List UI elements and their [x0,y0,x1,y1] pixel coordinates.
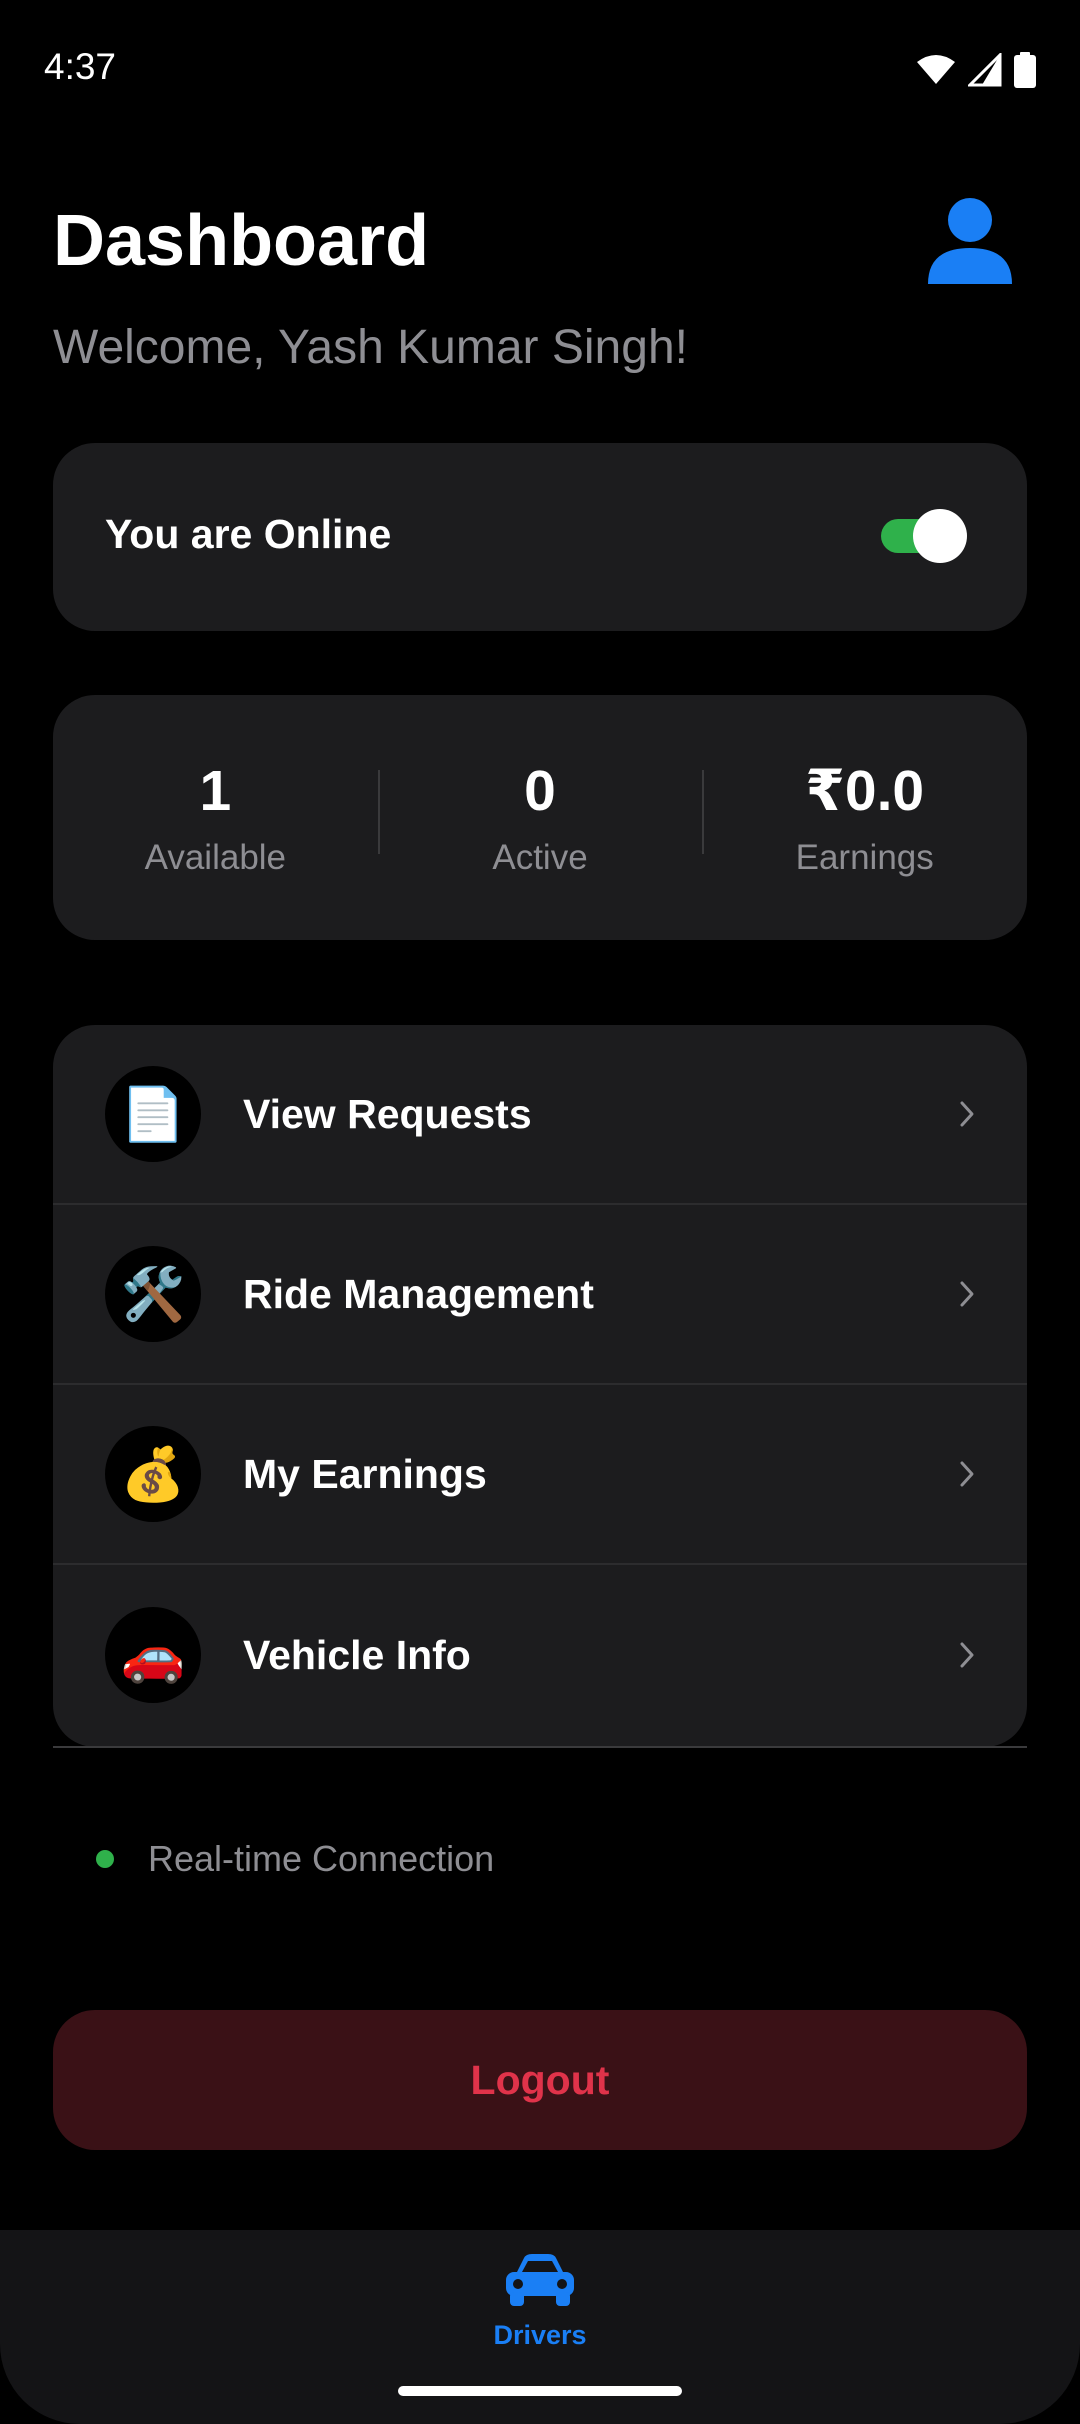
online-status-card: You are Online [53,443,1027,631]
toggle-knob [913,509,967,563]
car-icon [506,2254,574,2306]
connection-label: Real-time Connection [148,1838,495,1879]
stat-label: Earnings [795,837,934,877]
stat-earnings: ₹0.0 Earnings [702,758,1027,878]
stat-active: 0 Active [377,758,703,878]
menu-item-label: My Earnings [243,1450,487,1497]
battery-icon [1014,52,1036,88]
stat-label: Active [492,837,588,877]
status-time: 4:37 [44,46,117,87]
chevron-right-icon [960,1642,974,1668]
chevron-right-icon [960,1101,974,1127]
menu-item-vehicle-info[interactable]: 🚗 Vehicle Info [53,1565,1027,1745]
connection-status: Real-time Connection [96,1838,494,1880]
stat-value: 1 [199,758,232,823]
menu-item-label: Ride Management [243,1270,594,1317]
stat-label: Available [144,837,287,877]
menu-list: 📄 View Requests 🛠️ Ride Management 💰 My … [53,1025,1027,1747]
status-icons [916,52,1036,88]
online-toggle[interactable] [881,509,967,563]
wifi-icon [917,55,955,84]
cell-signal-icon [968,53,1002,87]
document-icon: 📄 [105,1066,201,1162]
chevron-right-icon [960,1281,974,1307]
stats-card: 1 Available 0 Active ₹0.0 Earnings [53,695,1027,940]
menu-item-ride-management[interactable]: 🛠️ Ride Management [53,1205,1027,1385]
welcome-text: Welcome, Yash Kumar Singh! [53,321,688,374]
divider [53,1746,1027,1748]
tab-label: Drivers [493,2320,587,2350]
page-title: Dashboard [53,201,430,281]
menu-item-view-requests[interactable]: 📄 View Requests [53,1025,1027,1205]
connection-dot [96,1850,114,1868]
menu-item-label: Vehicle Info [243,1631,471,1678]
person-icon[interactable] [922,192,1018,288]
chevron-right-icon [960,1461,974,1487]
logout-button[interactable]: Logout [53,2010,1027,2150]
menu-item-my-earnings[interactable]: 💰 My Earnings [53,1385,1027,1565]
menu-item-label: View Requests [243,1090,532,1137]
car-icon: 🚗 [105,1607,201,1703]
tab-drivers[interactable]: Drivers [460,2252,620,2382]
stat-available: 1 Available [53,758,378,878]
status-bar: 4:37 [0,0,1080,140]
stat-value: 0 [524,758,556,823]
home-indicator[interactable] [398,2386,682,2396]
stat-value: ₹0.0 [805,758,925,823]
tools-icon: 🛠️ [105,1246,201,1342]
online-status-label: You are Online [105,511,392,557]
money-bag-icon: 💰 [105,1426,201,1522]
